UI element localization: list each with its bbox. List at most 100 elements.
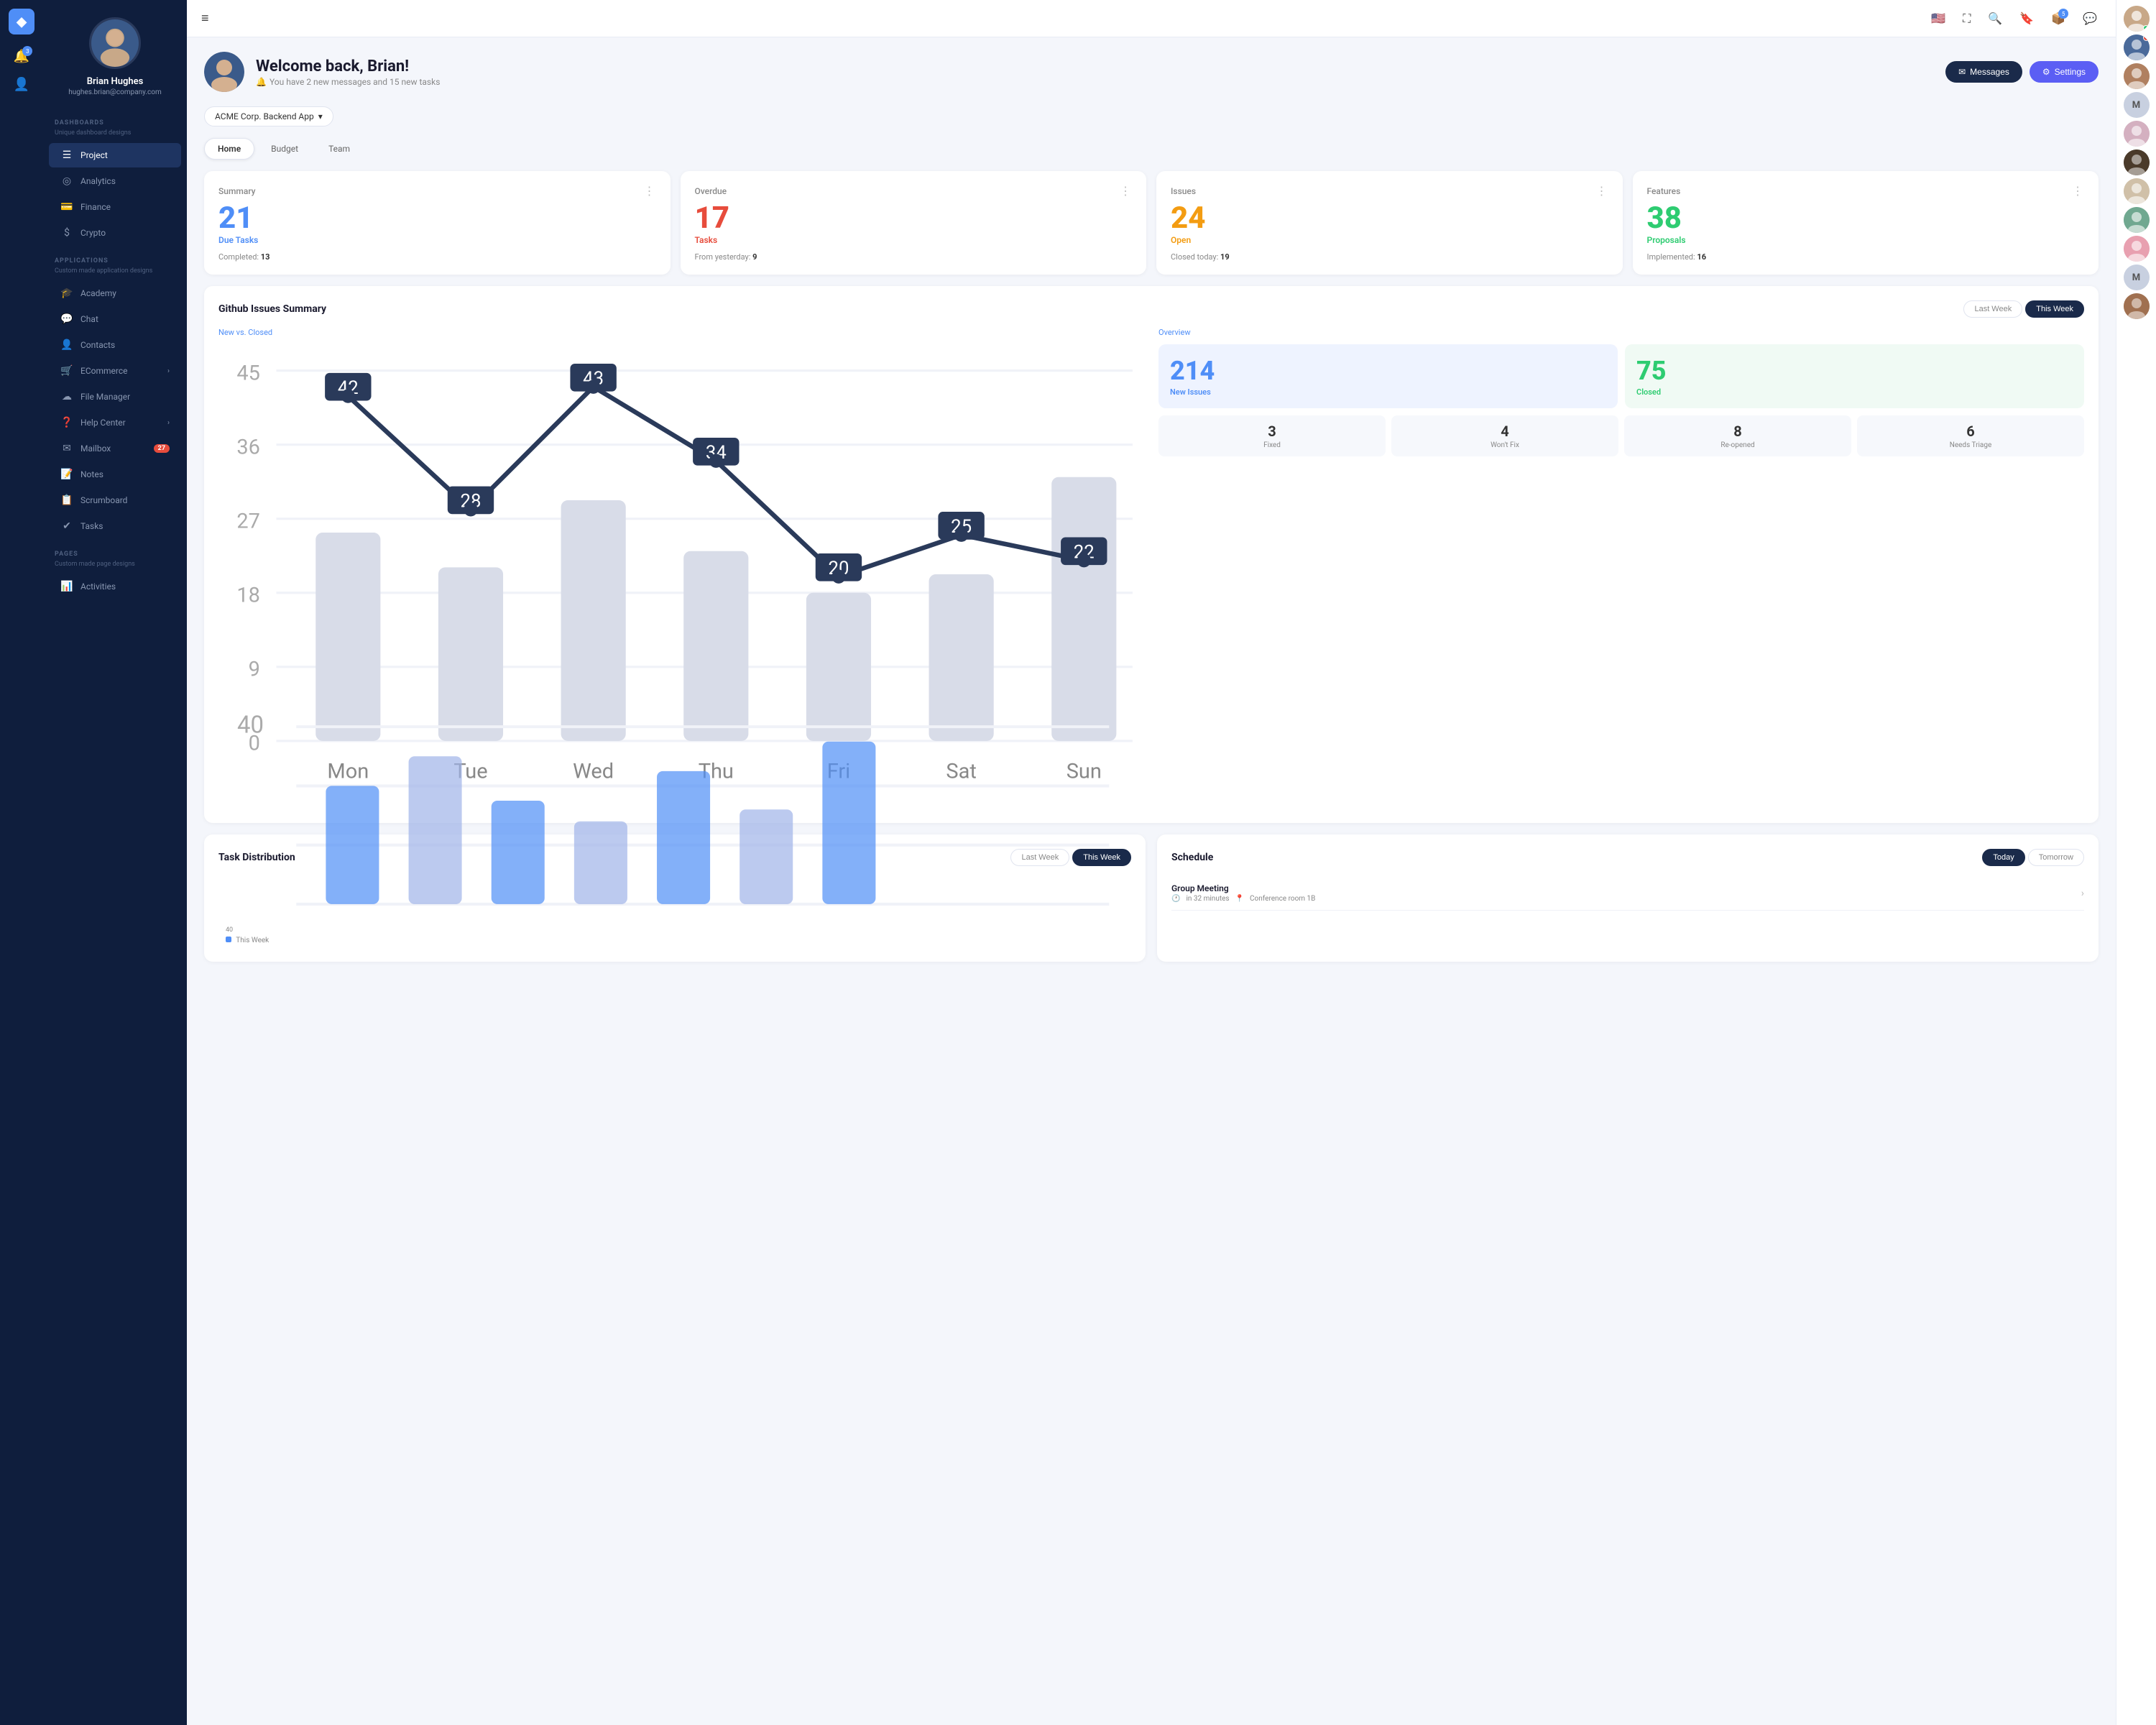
overview-sub-grid: 3 Fixed 4 Won't Fix 8 Re-opened 6 bbox=[1158, 415, 2084, 456]
task-bar-chart: 40 bbox=[237, 697, 1124, 934]
rp-letter-M2[interactable]: M bbox=[2124, 264, 2150, 290]
schedule-arrow-icon[interactable]: › bbox=[2081, 888, 2084, 899]
new-issues-number: 214 bbox=[1170, 356, 1606, 386]
rp-avatar-6[interactable] bbox=[2124, 178, 2150, 204]
sidebar-item-chat[interactable]: 💬 Chat bbox=[49, 307, 181, 331]
features-label: Proposals bbox=[1647, 235, 2085, 245]
inbox-icon[interactable]: 📦 5 bbox=[2047, 7, 2070, 29]
schedule-info: Group Meeting 🕐 in 32 minutes 📍 Conferen… bbox=[1171, 883, 2074, 903]
github-last-week-btn[interactable]: Last Week bbox=[1963, 300, 2022, 318]
summary-title: Summary bbox=[218, 186, 256, 196]
ecommerce-icon: 🛒 bbox=[60, 365, 73, 377]
summary-menu[interactable]: ⋮ bbox=[644, 184, 656, 198]
sidebar-item-academy[interactable]: 🎓 Academy bbox=[49, 281, 181, 305]
rp-avatar-3[interactable] bbox=[2124, 63, 2150, 89]
sidebar-item-scrumboard[interactable]: 📋 Scrumboard bbox=[49, 488, 181, 512]
filemanager-icon: ☁ bbox=[60, 391, 73, 402]
features-menu[interactable]: ⋮ bbox=[2072, 184, 2084, 198]
schedule-card: Schedule Today Tomorrow Group Meeting 🕐 … bbox=[1157, 834, 2099, 962]
tab-home[interactable]: Home bbox=[204, 138, 254, 160]
schedule-time: in 32 minutes bbox=[1186, 895, 1229, 903]
main-area: ≡ 🇺🇸 ⛶ 🔍 🔖 📦 5 💬 Welcome back, Brian! bbox=[187, 0, 2116, 1725]
tab-budget[interactable]: Budget bbox=[257, 138, 312, 160]
summary-label: Due Tasks bbox=[218, 235, 656, 245]
sidebar-item-project[interactable]: ☰ Project bbox=[49, 143, 181, 167]
applications-section-sub: Custom made application designs bbox=[43, 267, 187, 280]
rp-avatar-2-badge bbox=[2143, 34, 2150, 41]
welcome-bar: Welcome back, Brian! 🔔 You have 2 new me… bbox=[204, 52, 2099, 92]
task-legend: This Week bbox=[218, 934, 1131, 947]
sidebar-item-activities[interactable]: 📊 Activities bbox=[49, 574, 181, 599]
sidebar-item-mailbox[interactable]: ✉ Mailbox 27 bbox=[49, 436, 181, 461]
rp-avatar-1[interactable] bbox=[2124, 6, 2150, 32]
schedule-tomorrow-btn[interactable]: Tomorrow bbox=[2028, 849, 2084, 866]
schedule-today-btn[interactable]: Today bbox=[1982, 849, 2024, 866]
svg-text:40: 40 bbox=[237, 711, 264, 739]
overdue-footer: From yesterday: 9 bbox=[695, 252, 1133, 262]
schedule-title: Schedule bbox=[1171, 852, 1213, 863]
stat-card-overdue: Overdue ⋮ 17 Tasks From yesterday: 9 bbox=[681, 171, 1147, 275]
this-week-legend: This Week bbox=[226, 937, 269, 944]
overdue-menu[interactable]: ⋮ bbox=[1120, 184, 1132, 198]
tab-team[interactable]: Team bbox=[315, 138, 364, 160]
project-dropdown[interactable]: ACME Corp. Backend App ▾ bbox=[204, 106, 333, 126]
sidebar-item-finance[interactable]: 💳 Finance bbox=[49, 195, 181, 219]
notes-icon: 📝 bbox=[60, 469, 73, 480]
sidebar-item-notes[interactable]: 📝 Notes bbox=[49, 462, 181, 487]
user-search-icon[interactable]: 👤 bbox=[9, 73, 34, 96]
new-issues-label: New Issues bbox=[1170, 387, 1606, 397]
bell-icon: 🔔 bbox=[256, 77, 267, 87]
svg-text:18: 18 bbox=[236, 584, 260, 608]
issues-footer: Closed today: 19 bbox=[1171, 252, 1608, 262]
menu-icon[interactable]: ≡ bbox=[201, 11, 209, 26]
summary-number: 21 bbox=[218, 203, 656, 234]
rp-letter-M1[interactable]: M bbox=[2124, 92, 2150, 118]
app-logo[interactable]: ◆ bbox=[9, 9, 34, 34]
welcome-subtitle: 🔔 You have 2 new messages and 15 new tas… bbox=[256, 77, 440, 87]
sidebar-item-tasks[interactable]: ✔ Tasks bbox=[49, 514, 181, 538]
rp-avatar-2[interactable] bbox=[2124, 34, 2150, 60]
ecommerce-arrow: › bbox=[167, 367, 170, 375]
sidebar-item-contacts[interactable]: 👤 Contacts bbox=[49, 333, 181, 357]
sidebar-item-helpcenter[interactable]: ❓ Help Center › bbox=[49, 410, 181, 435]
icon-bar: ◆ 🔔 3 👤 bbox=[0, 0, 43, 1725]
overview-big-numbers: 214 New Issues 75 Closed bbox=[1158, 344, 2084, 408]
dashboards-section-label: DASHBOARDS bbox=[43, 108, 187, 129]
overdue-number: 17 bbox=[695, 203, 1133, 234]
settings-button[interactable]: ⚙ Settings bbox=[2030, 61, 2099, 83]
pages-section-label: PAGES bbox=[43, 539, 187, 561]
sidebar-item-ecommerce[interactable]: 🛒 ECommerce › bbox=[49, 359, 181, 383]
online-indicator bbox=[2143, 25, 2149, 31]
notifications-icon[interactable]: 🔔 3 bbox=[9, 45, 34, 68]
analytics-icon: ◎ bbox=[60, 175, 73, 187]
bookmark-icon[interactable]: 🔖 bbox=[2015, 7, 2038, 29]
messages-icon[interactable]: 💬 bbox=[2078, 7, 2101, 29]
rp-avatar-7[interactable] bbox=[2124, 207, 2150, 233]
rp-avatar-4[interactable] bbox=[2124, 121, 2150, 147]
new-issues-card: 214 New Issues bbox=[1158, 344, 1618, 408]
rp-avatar-8[interactable] bbox=[2124, 236, 2150, 262]
clock-icon: 🕐 bbox=[1171, 895, 1180, 903]
stat-card-issues: Issues ⋮ 24 Open Closed today: 19 bbox=[1156, 171, 1623, 275]
schedule-location: Conference room 1B bbox=[1250, 895, 1315, 903]
bottom-row: Task Distribution Last Week This Week 40… bbox=[204, 834, 2099, 962]
fullscreen-icon[interactable]: ⛶ bbox=[1958, 7, 1975, 30]
sidebar-item-crypto[interactable]: $ Crypto bbox=[49, 221, 181, 245]
task-chart-placeholder: 40 40 bbox=[218, 876, 1131, 934]
rp-avatar-9[interactable] bbox=[2124, 293, 2150, 319]
rp-avatar-5[interactable] bbox=[2124, 150, 2150, 175]
flag-icon[interactable]: 🇺🇸 bbox=[1927, 7, 1950, 29]
chart-subtitle: New vs. Closed bbox=[218, 328, 1144, 337]
overview-fixed: 3 Fixed bbox=[1158, 415, 1386, 456]
sidebar-item-analytics[interactable]: ◎ Analytics bbox=[49, 169, 181, 193]
dashboards-section-sub: Unique dashboard designs bbox=[43, 129, 187, 142]
issues-number: 24 bbox=[1171, 203, 1608, 234]
messages-button[interactable]: ✉ Messages bbox=[1945, 61, 2022, 83]
github-toggle: Last Week This Week bbox=[1963, 300, 2084, 318]
github-this-week-btn[interactable]: This Week bbox=[2025, 300, 2084, 318]
sidebar-item-filemanager[interactable]: ☁ File Manager bbox=[49, 385, 181, 409]
search-icon[interactable]: 🔍 bbox=[1984, 7, 2007, 29]
schedule-meeting-name: Group Meeting bbox=[1171, 883, 2074, 893]
profile-avatar bbox=[89, 17, 141, 69]
issues-menu[interactable]: ⋮ bbox=[1596, 184, 1608, 198]
